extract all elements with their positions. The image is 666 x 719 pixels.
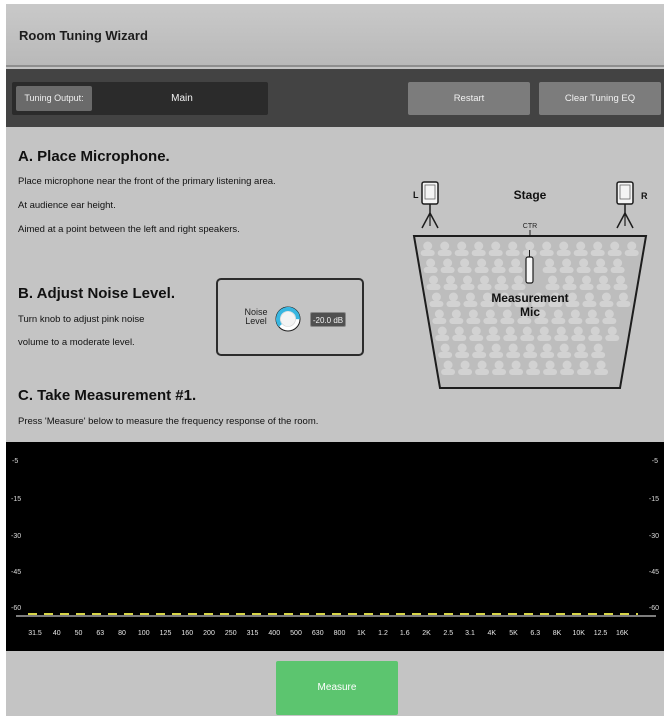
section-a-line-3: Aimed at a point between the left and ri… — [18, 224, 240, 235]
section-a-heading: A. Place Microphone. — [18, 148, 170, 165]
stage-diagram: L R Stage CTR Measurement Mic — [412, 181, 648, 389]
footer-bar: Measure — [6, 651, 664, 716]
right-speaker-icon — [616, 181, 634, 229]
section-a-line-2: At audience ear height. — [18, 200, 116, 211]
noise-level-panel: Noise Level -20.0 dB — [216, 278, 364, 356]
frequency-tick: 800 — [333, 630, 346, 637]
frequency-tick: 3.1 — [465, 630, 475, 637]
frequency-tick: 12.5 — [593, 630, 608, 637]
tuning-output-value[interactable]: Main — [96, 82, 268, 115]
title-bar: Room Tuning Wizard — [6, 4, 664, 67]
frequency-tick: 10K — [572, 630, 585, 637]
section-c-heading: C. Take Measurement #1. — [18, 387, 197, 404]
center-label: CTR — [523, 223, 537, 230]
section-c-line: Press 'Measure' below to measure the fre… — [18, 416, 319, 427]
frequency-tick: 2K — [422, 630, 431, 637]
noise-level-label: Noise Level — [244, 307, 268, 326]
frequency-tick: 1.6 — [399, 630, 410, 637]
tuning-output-label: Tuning Output: — [16, 86, 92, 111]
frequency-tick: 400 — [268, 630, 281, 637]
frequency-tick: 4K — [487, 630, 497, 637]
frequency-tick: 250 — [224, 630, 237, 637]
window-title: Room Tuning Wizard — [19, 28, 148, 43]
section-b-line-2: volume to a moderate level. — [18, 337, 135, 348]
frequency-tick: 630 — [311, 630, 324, 637]
right-speaker-label: R — [641, 191, 648, 201]
frequency-tick: 16K — [616, 630, 629, 637]
tuning-output-selector[interactable]: Tuning Output: Main — [12, 82, 268, 115]
frequency-tick: 63 — [96, 630, 105, 637]
graph-baseline — [16, 615, 656, 617]
frequency-tick: 31.5 — [28, 630, 42, 637]
frequency-tick: 315 — [246, 630, 259, 637]
frequency-tick: 80 — [118, 630, 126, 637]
frequency-tick: 100 — [137, 630, 150, 637]
mic-label-line-2: Mic — [520, 305, 540, 319]
left-speaker-icon — [421, 181, 439, 229]
frequency-tick: 200 — [203, 630, 215, 637]
frequency-tick: 160 — [181, 630, 194, 637]
frequency-response-graph: -5 -15 -30 -45 -60 -5 -15 -30 -45 -60 31… — [6, 442, 664, 651]
mic-label-line-1: Measurement — [491, 291, 568, 305]
section-b-heading: B. Adjust Noise Level. — [18, 285, 175, 302]
frequency-tick: 5K — [509, 630, 518, 637]
left-speaker-label: L — [413, 190, 419, 200]
measure-button[interactable]: Measure — [276, 661, 398, 715]
frequency-tick: 2.5 — [443, 630, 454, 637]
frequency-tick: 50 — [74, 630, 83, 637]
restart-button[interactable]: Restart — [408, 82, 530, 115]
noise-level-knob[interactable] — [274, 305, 302, 333]
frequency-tick: 8K — [552, 630, 562, 637]
clear-tuning-eq-button[interactable]: Clear Tuning EQ — [539, 82, 661, 115]
frequency-tick: 6.3 — [530, 630, 541, 637]
frequency-tick: 1.2 — [378, 630, 388, 637]
frequency-tick: 40 — [52, 630, 61, 637]
section-b-line-1: Turn knob to adjust pink noise — [18, 314, 145, 325]
response-trace — [28, 613, 638, 615]
frequency-tick: 1K — [356, 630, 366, 637]
noise-level-value: -20.0 dB — [310, 312, 346, 327]
section-a-line-1: Place microphone near the front of the p… — [18, 176, 276, 187]
toolbar: Tuning Output: Main Restart Clear Tuning… — [6, 69, 664, 127]
frequency-tick: 500 — [290, 630, 302, 637]
stage-label: Stage — [514, 188, 547, 202]
room-tuning-wizard: Room Tuning Wizard Tuning Output: Main R… — [6, 4, 664, 716]
frequency-axis: 31.5 40 50 63 80 100 125 160 200 250 315 400 500 630 8… — [6, 619, 664, 651]
frequency-tick: 125 — [159, 630, 172, 637]
